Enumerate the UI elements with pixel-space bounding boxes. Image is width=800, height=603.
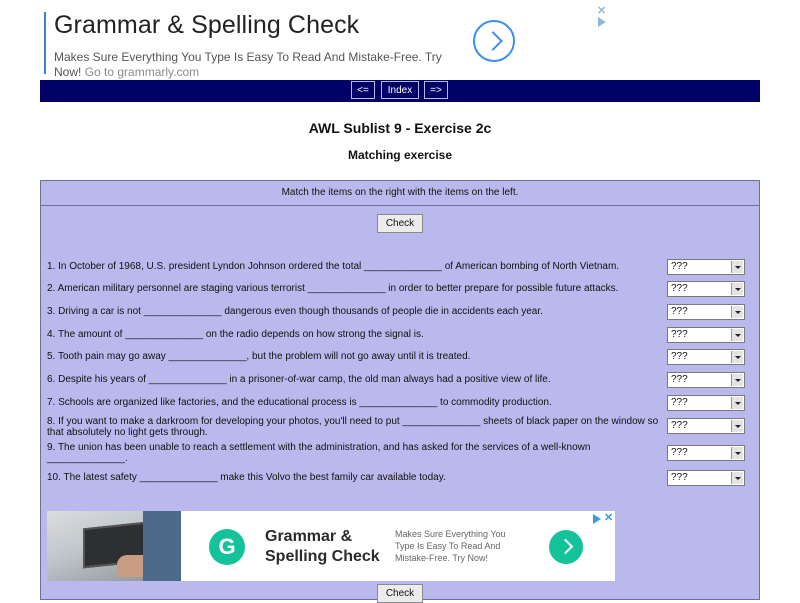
answer-value: ??? bbox=[671, 374, 688, 385]
answer-value: ??? bbox=[671, 472, 688, 483]
chevron-down-icon[interactable] bbox=[731, 472, 743, 484]
bottom-ad-description[interactable]: Makes Sure Everything You Type Is Easy T… bbox=[395, 528, 525, 564]
chevron-down-icon[interactable] bbox=[731, 306, 743, 318]
top-ad-banner[interactable]: Grammar & Spelling Check Makes Sure Ever… bbox=[44, 6, 614, 79]
question-text: 10. The latest safety ______________ mak… bbox=[47, 472, 446, 483]
sleeve-illustration bbox=[143, 511, 181, 581]
ad-close-icon[interactable]: ✕ bbox=[604, 513, 613, 524]
question-7: 7. Schools are organized like factories,… bbox=[47, 397, 669, 408]
ad-source-link[interactable]: Go to grammarly.com bbox=[85, 65, 199, 79]
bottom-ad-arrow-icon[interactable] bbox=[549, 530, 583, 564]
question-text: 2. American military personnel are stagi… bbox=[47, 283, 619, 294]
answer-select-5[interactable]: ??? bbox=[667, 349, 745, 365]
exercise-instruction: Match the items on the right with the it… bbox=[41, 181, 759, 206]
question-text: 8. If you want to make a darkroom for de… bbox=[47, 416, 659, 438]
question-text: 6. Despite his years of ______________ i… bbox=[47, 374, 551, 385]
check-button-bottom[interactable]: Check bbox=[377, 584, 423, 603]
question-4: 4. The amount of ______________ on the r… bbox=[47, 329, 669, 340]
question-2: 2. American military personnel are stagi… bbox=[47, 283, 669, 294]
ad-description[interactable]: Makes Sure Everything You Type Is Easy T… bbox=[54, 50, 454, 80]
chevron-down-icon[interactable] bbox=[731, 397, 743, 409]
bottom-ad-choices-icon[interactable]: ✕ bbox=[593, 513, 615, 525]
question-10: 10. The latest safety ______________ mak… bbox=[47, 472, 669, 483]
nav-index-button[interactable]: Index bbox=[381, 81, 419, 99]
answer-select-7[interactable]: ??? bbox=[667, 395, 745, 411]
grammarly-logo-icon[interactable]: G bbox=[209, 529, 245, 565]
answer-value: ??? bbox=[671, 397, 688, 408]
chevron-down-icon[interactable] bbox=[731, 329, 743, 341]
exercise-panel: Match the items on the right with the it… bbox=[40, 180, 760, 603]
question-text: 4. The amount of ______________ on the r… bbox=[47, 329, 424, 340]
answer-select-9[interactable]: ??? bbox=[667, 445, 745, 461]
answer-value: ??? bbox=[671, 283, 688, 294]
answer-select-4[interactable]: ??? bbox=[667, 327, 745, 343]
ad-close-icon[interactable]: ✕ bbox=[597, 6, 606, 17]
question-6: 6. Despite his years of ______________ i… bbox=[47, 374, 669, 385]
ad-arrow-icon[interactable] bbox=[473, 20, 515, 62]
chevron-down-icon[interactable] bbox=[731, 351, 743, 363]
ad-photo[interactable] bbox=[47, 511, 181, 581]
bottom-ad-banner[interactable]: G Grammar & Spelling Check Makes Sure Ev… bbox=[47, 511, 615, 581]
chevron-down-icon[interactable] bbox=[731, 447, 743, 459]
answer-select-1[interactable]: ??? bbox=[667, 259, 745, 275]
answer-value: ??? bbox=[671, 306, 688, 317]
nav-prev-button[interactable]: <= bbox=[351, 81, 375, 99]
question-9: 9. The union has been unable to reach a … bbox=[47, 442, 669, 464]
answer-select-6[interactable]: ??? bbox=[667, 372, 745, 388]
answer-select-3[interactable]: ??? bbox=[667, 304, 745, 320]
ad-info-icon[interactable] bbox=[593, 514, 601, 524]
answer-value: ??? bbox=[671, 329, 688, 340]
ad-info-icon[interactable] bbox=[598, 17, 606, 27]
page-subtitle: Matching exercise bbox=[347, 148, 453, 162]
answer-value: ??? bbox=[671, 420, 688, 431]
ad-title[interactable]: Grammar & Spelling Check bbox=[54, 11, 359, 40]
page-title: AWL Sublist 9 - Exercise 2c bbox=[308, 120, 492, 136]
nav-bar: <= Index => bbox=[40, 80, 760, 102]
check-button-top[interactable]: Check bbox=[377, 214, 423, 233]
question-5: 5. Tooth pain may go away ______________… bbox=[47, 351, 669, 362]
question-text: 5. Tooth pain may go away ______________… bbox=[47, 351, 471, 362]
answer-select-2[interactable]: ??? bbox=[667, 281, 745, 297]
answer-value: ??? bbox=[671, 447, 688, 458]
chevron-down-icon[interactable] bbox=[731, 374, 743, 386]
question-text: 1. In October of 1968, U.S. president Ly… bbox=[47, 261, 620, 272]
answer-value: ??? bbox=[671, 261, 688, 272]
bottom-ad-title[interactable]: Grammar & Spelling Check bbox=[265, 527, 395, 567]
chevron-down-icon[interactable] bbox=[731, 420, 743, 432]
question-text: 7. Schools are organized like factories,… bbox=[47, 397, 552, 408]
question-3: 3. Driving a car is not ______________ d… bbox=[47, 306, 669, 317]
ad-choices-icon[interactable]: ✕ bbox=[596, 6, 608, 28]
question-8: 8. If you want to make a darkroom for de… bbox=[47, 416, 669, 438]
answer-select-10[interactable]: ??? bbox=[667, 470, 745, 486]
question-1: 1. In October of 1968, U.S. president Ly… bbox=[47, 261, 669, 272]
question-text: 9. The union has been unable to reach a … bbox=[47, 442, 591, 464]
answer-value: ??? bbox=[671, 351, 688, 362]
nav-next-button[interactable]: => bbox=[424, 81, 448, 99]
ad-accent-bar bbox=[44, 12, 46, 74]
chevron-down-icon[interactable] bbox=[731, 261, 743, 273]
question-text: 3. Driving a car is not ______________ d… bbox=[47, 306, 543, 317]
chevron-down-icon[interactable] bbox=[731, 283, 743, 295]
answer-select-8[interactable]: ??? bbox=[667, 418, 745, 434]
